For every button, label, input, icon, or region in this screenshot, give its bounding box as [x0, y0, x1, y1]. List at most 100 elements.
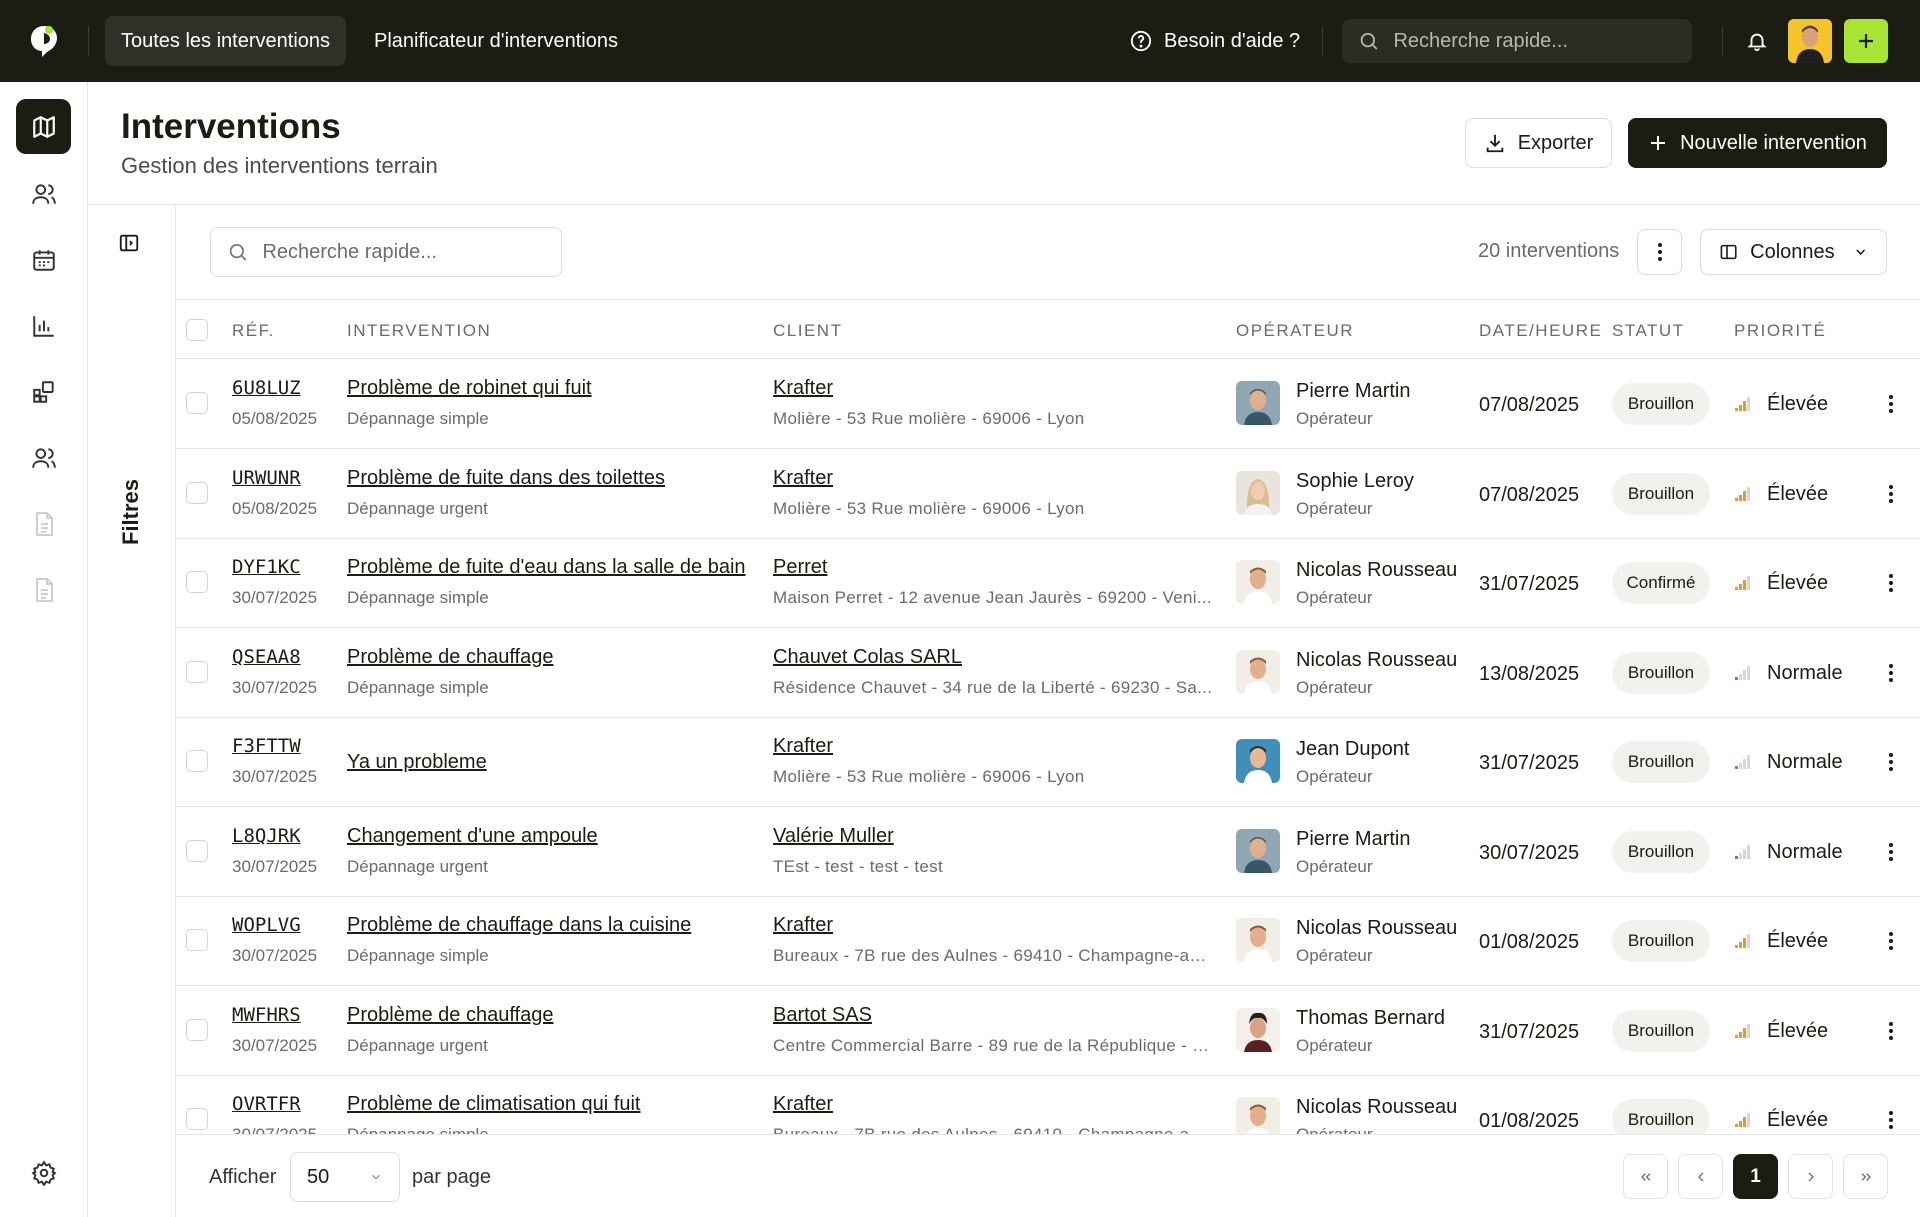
table-row[interactable]: QSEAA8 30/07/2025 Problème de chauffage … — [176, 628, 1920, 718]
client-name[interactable]: Krafter — [773, 914, 833, 937]
chevron-right-icon — [1807, 1171, 1814, 1182]
columns-button[interactable]: Colonnes — [1700, 229, 1887, 275]
row-checkbox[interactable] — [186, 1018, 208, 1041]
intervention-title[interactable]: Problème de climatisation qui fuit — [347, 1093, 640, 1116]
nav-invoices[interactable] — [16, 562, 71, 617]
nav-map[interactable] — [16, 99, 71, 154]
row-checkbox[interactable] — [186, 929, 208, 951]
intervention-ref[interactable]: OVRTFR — [232, 1093, 301, 1115]
export-button[interactable]: Exporter — [1465, 118, 1612, 168]
intervention-title[interactable]: Problème de chauffage — [347, 646, 553, 669]
app-logo[interactable] — [0, 0, 88, 82]
intervention-title[interactable]: Problème de chauffage — [347, 1004, 553, 1027]
filters-label[interactable]: Filtres — [118, 479, 144, 545]
table-row[interactable]: WOPLVG 30/07/2025 Problème de chauffage … — [176, 896, 1920, 986]
row-actions-button[interactable] — [1876, 1105, 1906, 1134]
page-button-current[interactable]: 1 — [1733, 1154, 1778, 1199]
table-row[interactable]: 6U8LUZ 05/08/2025 Problème de robinet qu… — [176, 359, 1920, 449]
help-link[interactable]: Besoin d'aide ? — [1130, 16, 1300, 66]
row-checkbox[interactable] — [186, 750, 208, 772]
nav-documents[interactable] — [16, 496, 71, 551]
row-actions-button[interactable] — [1876, 747, 1906, 777]
next-page-button[interactable] — [1788, 1154, 1833, 1199]
tab-all-interventions[interactable]: Toutes les interventions — [105, 16, 347, 66]
intervention-title[interactable]: Problème de chauffage dans la cuisine — [347, 914, 691, 937]
table-search-input[interactable] — [262, 240, 545, 264]
row-actions-button[interactable] — [1876, 1016, 1906, 1046]
row-actions-button[interactable] — [1876, 568, 1906, 598]
row-checkbox[interactable] — [186, 481, 208, 504]
intervention-title[interactable]: Problème de fuite dans des toilettes — [347, 467, 665, 490]
page-title: Interventions — [121, 107, 341, 146]
client-name[interactable]: Krafter — [773, 1093, 833, 1116]
column-header-status[interactable]: STATUT — [1612, 321, 1685, 341]
table-row[interactable]: MWFHRS 30/07/2025 Problème de chauffage … — [176, 986, 1920, 1076]
column-header-priority[interactable]: PRIORITÉ — [1734, 321, 1826, 341]
priority-signal-icon — [1734, 665, 1750, 681]
column-header-date[interactable]: DATE/HEURE — [1479, 321, 1602, 341]
row-actions-button[interactable] — [1876, 658, 1906, 688]
table-row[interactable]: DYF1KC 30/07/2025 Problème de fuite d'ea… — [176, 538, 1920, 628]
select-all-checkbox[interactable] — [186, 319, 208, 341]
priority-signal-icon — [1734, 933, 1750, 949]
intervention-ref[interactable]: F3FTTW — [232, 735, 301, 757]
client-name[interactable]: Krafter — [773, 735, 833, 758]
table-row[interactable]: F3FTTW 30/07/2025 Ya un probleme Krafter… — [176, 717, 1920, 807]
plus-icon — [1651, 136, 1666, 150]
nav-stats[interactable] — [16, 298, 71, 353]
intervention-ref[interactable]: L8QJRK — [232, 825, 301, 847]
more-vertical-icon — [1889, 1021, 1893, 1040]
client-name[interactable]: Chauvet Colas SARL — [773, 646, 962, 669]
page-size-select[interactable]: 50 — [290, 1152, 400, 1202]
client-name[interactable]: Krafter — [773, 467, 833, 490]
nav-users[interactable] — [16, 166, 71, 221]
client-name[interactable]: Valérie Muller — [773, 825, 894, 848]
intervention-ref[interactable]: MWFHRS — [232, 1004, 301, 1026]
user-avatar[interactable] — [1788, 19, 1832, 63]
nav-team[interactable] — [16, 430, 71, 485]
row-checkbox[interactable] — [186, 571, 208, 593]
intervention-title[interactable]: Problème de robinet qui fuit — [347, 377, 592, 400]
global-search[interactable] — [1342, 19, 1692, 63]
tab-planner[interactable]: Planificateur d'interventions — [358, 16, 634, 66]
row-checkbox[interactable] — [186, 1108, 208, 1130]
table-row[interactable]: URWUNR 05/08/2025 Problème de fuite dans… — [176, 449, 1920, 539]
nav-settings[interactable] — [16, 1145, 71, 1200]
previous-page-button[interactable] — [1678, 1154, 1723, 1199]
intervention-ref[interactable]: URWUNR — [232, 467, 301, 489]
client-name[interactable]: Krafter — [773, 377, 833, 400]
column-header-ref[interactable]: RÉF. — [232, 321, 275, 341]
more-options-button[interactable] — [1637, 229, 1682, 275]
panel-toggle-icon[interactable] — [118, 232, 144, 258]
quick-add-button[interactable] — [1844, 19, 1888, 63]
intervention-ref[interactable]: WOPLVG — [232, 914, 301, 936]
bell-icon[interactable] — [1742, 26, 1772, 56]
row-checkbox[interactable] — [186, 660, 208, 683]
row-actions-button[interactable] — [1876, 837, 1906, 867]
column-header-client[interactable]: CLIENT — [773, 321, 842, 341]
new-intervention-button[interactable]: Nouvelle intervention — [1628, 118, 1887, 168]
row-actions-button[interactable] — [1876, 926, 1906, 956]
intervention-ref[interactable]: QSEAA8 — [232, 646, 301, 668]
intervention-title[interactable]: Changement d'une ampoule — [347, 825, 598, 848]
nav-calendar[interactable] — [16, 232, 71, 287]
row-actions-button[interactable] — [1876, 479, 1906, 509]
row-actions-button[interactable] — [1876, 389, 1906, 419]
nav-modules[interactable] — [16, 364, 71, 419]
global-search-input[interactable] — [1393, 29, 1676, 53]
intervention-ref[interactable]: DYF1KC — [232, 556, 301, 578]
column-header-intervention[interactable]: INTERVENTION — [347, 321, 491, 341]
client-name[interactable]: Perret — [773, 556, 827, 579]
table-row[interactable]: L8QJRK 30/07/2025 Changement d'une ampou… — [176, 807, 1920, 897]
last-page-button[interactable] — [1843, 1154, 1888, 1199]
table-search[interactable] — [210, 227, 562, 277]
intervention-title[interactable]: Ya un probleme — [347, 751, 487, 774]
table-row[interactable]: OVRTFR 30/07/2025 Problème de climatisat… — [176, 1075, 1920, 1134]
first-page-button[interactable] — [1623, 1154, 1668, 1199]
row-checkbox[interactable] — [186, 392, 208, 414]
row-checkbox[interactable] — [186, 839, 208, 862]
intervention-title[interactable]: Problème de fuite d'eau dans la salle de… — [347, 556, 746, 579]
column-header-operator[interactable]: OPÉRATEUR — [1236, 321, 1354, 341]
intervention-ref[interactable]: 6U8LUZ — [232, 377, 301, 399]
client-name[interactable]: Bartot SAS — [773, 1004, 872, 1027]
